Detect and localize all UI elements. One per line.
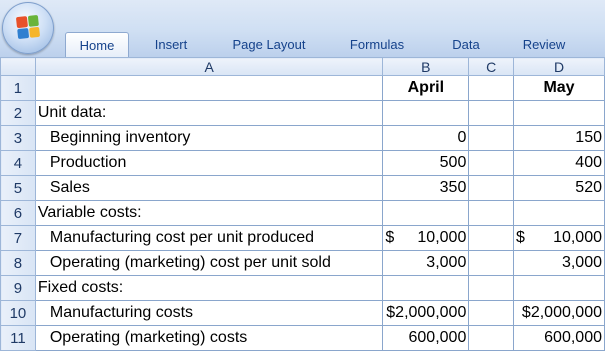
row-header[interactable]: 6 (0, 200, 36, 226)
row-header[interactable]: 8 (0, 250, 36, 276)
cell-d8[interactable]: 3,000 (513, 250, 605, 276)
office-button[interactable] (2, 2, 54, 54)
row-header[interactable]: 3 (0, 125, 36, 151)
cell-b8[interactable]: 3,000 (382, 250, 470, 276)
cell-b11[interactable]: 600,000 (382, 325, 470, 351)
spreadsheet-grid: A B C D 1 April May 2 Unit data: 3 Begin… (0, 57, 605, 351)
row-header[interactable]: 5 (0, 175, 36, 201)
cell-a1[interactable] (34, 75, 384, 101)
cell-a7[interactable]: Manufacturing cost per unit produced (34, 225, 384, 251)
cell-b7[interactable]: $10,000 (382, 225, 470, 251)
cell-c7[interactable] (468, 225, 515, 251)
row-header[interactable]: 10 (0, 300, 36, 326)
tab-home[interactable]: Home (65, 32, 129, 57)
currency-symbol: $ (516, 229, 525, 246)
cell-d7[interactable]: $10,000 (513, 225, 605, 251)
cell-d6[interactable] (513, 200, 605, 226)
cell-c4[interactable] (468, 150, 515, 176)
column-header-a[interactable]: A (34, 57, 384, 76)
tab-review[interactable]: Review (512, 32, 576, 57)
table-row: 4 Production 500 400 (0, 150, 605, 176)
ribbon-tabs: Home Insert Page Layout Formulas Data Re… (56, 32, 605, 57)
tab-insert[interactable]: Insert (143, 32, 199, 57)
cell-b1[interactable]: April (382, 75, 470, 101)
cell-d11[interactable]: 600,000 (513, 325, 605, 351)
table-row: 5 Sales 350 520 (0, 175, 605, 201)
cell-d10[interactable]: $2,000,000 (513, 300, 605, 326)
ribbon: Home Insert Page Layout Formulas Data Re… (0, 0, 605, 57)
cell-b2[interactable] (382, 100, 470, 126)
cell-a3[interactable]: Beginning inventory (34, 125, 384, 151)
tab-data[interactable]: Data (440, 32, 492, 57)
cell-a9[interactable]: Fixed costs: (34, 275, 384, 301)
column-header-b[interactable]: B (382, 57, 470, 76)
cell-b6[interactable] (382, 200, 470, 226)
column-header-row: A B C D (0, 57, 605, 76)
table-row: 6 Variable costs: (0, 200, 605, 226)
cell-d1[interactable]: May (513, 75, 605, 101)
cell-a5[interactable]: Sales (34, 175, 384, 201)
cell-d4[interactable]: 400 (513, 150, 605, 176)
cell-d5[interactable]: 520 (513, 175, 605, 201)
table-row: 8 Operating (marketing) cost per unit so… (0, 250, 605, 276)
table-row: 2 Unit data: (0, 100, 605, 126)
cell-c5[interactable] (468, 175, 515, 201)
cell-a8[interactable]: Operating (marketing) cost per unit sold (34, 250, 384, 276)
table-row: 9 Fixed costs: (0, 275, 605, 301)
cell-c9[interactable] (468, 275, 515, 301)
column-header-d[interactable]: D (513, 57, 605, 76)
row-header[interactable]: 1 (0, 75, 36, 101)
tab-page-layout[interactable]: Page Layout (222, 32, 316, 57)
cell-b5[interactable]: 350 (382, 175, 470, 201)
cell-a2[interactable]: Unit data: (34, 100, 384, 126)
table-row: 3 Beginning inventory 0 150 (0, 125, 605, 151)
column-header-c[interactable]: C (468, 57, 515, 76)
cell-c8[interactable] (468, 250, 515, 276)
cell-b3[interactable]: 0 (382, 125, 470, 151)
tab-formulas[interactable]: Formulas (341, 32, 413, 57)
cell-b10[interactable]: $2,000,000 (382, 300, 470, 326)
table-row: 10 Manufacturing costs $2,000,000 $2,000… (0, 300, 605, 326)
cell-d3[interactable]: 150 (513, 125, 605, 151)
cell-value: 10,000 (417, 229, 467, 246)
row-header[interactable]: 4 (0, 150, 36, 176)
cell-value: 10,000 (553, 229, 602, 246)
row-header[interactable]: 11 (0, 325, 36, 351)
cell-c11[interactable] (468, 325, 515, 351)
row-header[interactable]: 9 (0, 275, 36, 301)
cell-a11[interactable]: Operating (marketing) costs (34, 325, 384, 351)
table-row: 11 Operating (marketing) costs 600,000 6… (0, 325, 605, 351)
cell-d2[interactable] (513, 100, 605, 126)
cell-c1[interactable] (468, 75, 515, 101)
cell-b9[interactable] (382, 275, 470, 301)
cell-a10[interactable]: Manufacturing costs (34, 300, 384, 326)
row-header[interactable]: 2 (0, 100, 36, 126)
table-row: 1 April May (0, 75, 605, 101)
select-all-corner[interactable] (0, 57, 36, 76)
cell-c6[interactable] (468, 200, 515, 226)
cell-c2[interactable] (468, 100, 515, 126)
cell-c10[interactable] (468, 300, 515, 326)
currency-symbol: $ (385, 229, 395, 246)
cell-d9[interactable] (513, 275, 605, 301)
row-header[interactable]: 7 (0, 225, 36, 251)
cell-b4[interactable]: 500 (382, 150, 470, 176)
cell-c3[interactable] (468, 125, 515, 151)
office-logo-icon (15, 14, 41, 40)
table-row: 7 Manufacturing cost per unit produced $… (0, 225, 605, 251)
cell-a4[interactable]: Production (34, 150, 384, 176)
cell-a6[interactable]: Variable costs: (34, 200, 384, 226)
